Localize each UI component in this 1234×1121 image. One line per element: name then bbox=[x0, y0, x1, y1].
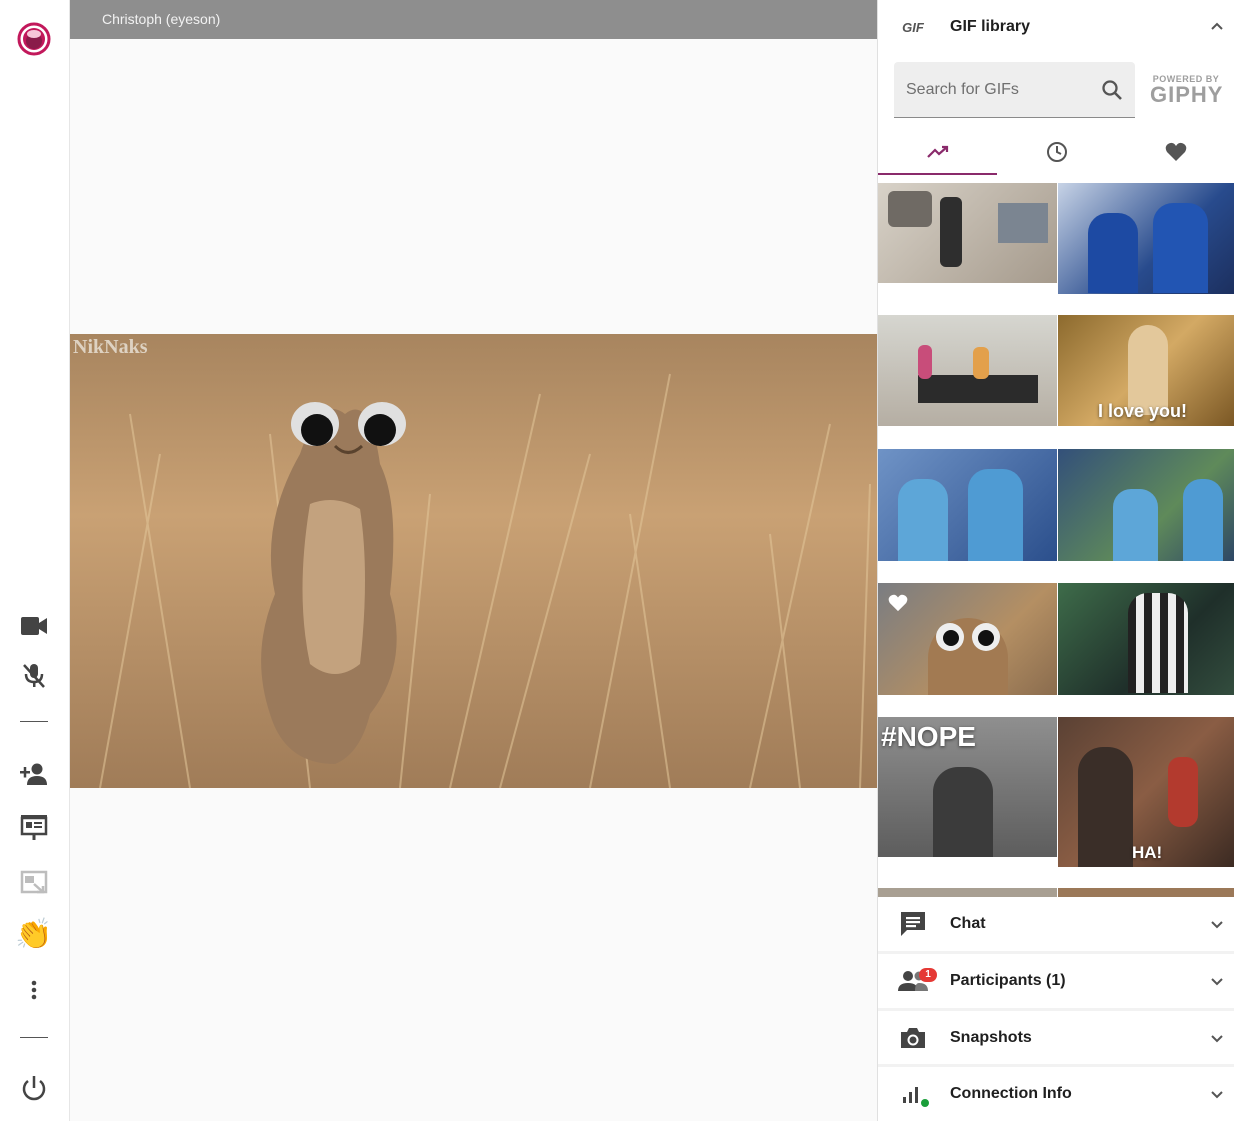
gif-search-input[interactable] bbox=[906, 62, 1096, 118]
gif-library-header[interactable]: GIF GIF library bbox=[878, 0, 1234, 54]
chat-title: Chat bbox=[950, 915, 986, 932]
camera-icon[interactable] bbox=[17, 609, 51, 643]
meerkat-gif-image bbox=[70, 334, 877, 788]
gif-search-box bbox=[894, 62, 1135, 118]
screen-share-icon[interactable] bbox=[17, 866, 51, 900]
snapshots-section-header[interactable]: Snapshots bbox=[878, 1011, 1234, 1065]
gif-thumbnail[interactable] bbox=[1058, 183, 1234, 294]
favorite-heart-icon[interactable] bbox=[888, 593, 908, 613]
presentation-icon[interactable] bbox=[17, 811, 51, 845]
chevron-up-icon bbox=[1211, 22, 1223, 30]
chat-section-header[interactable]: Chat bbox=[878, 897, 1234, 951]
participant-name-bar: Christoph (eyeson) bbox=[70, 0, 877, 39]
participants-title: Participants (1) bbox=[950, 972, 1066, 989]
tab-favorites[interactable] bbox=[1116, 128, 1234, 175]
participants-count-badge: 1 bbox=[919, 968, 937, 982]
gif-thumbnail[interactable] bbox=[1058, 888, 1234, 897]
gif-thumbnail[interactable]: HA! bbox=[1058, 717, 1234, 867]
gif-thumbnail[interactable] bbox=[878, 583, 1057, 695]
toolbar-divider bbox=[20, 1037, 48, 1038]
connection-status-dot bbox=[921, 1099, 929, 1107]
gif-thumbnail[interactable] bbox=[878, 449, 1057, 561]
connection-info-section-header[interactable]: Connection Info bbox=[878, 1067, 1234, 1121]
gif-caption: I love you! bbox=[1098, 401, 1188, 421]
chevron-down-icon bbox=[1211, 1035, 1223, 1043]
chat-icon bbox=[898, 909, 928, 939]
side-panel: GIF GIF library POWERED BY GIPHY bbox=[877, 0, 1234, 1121]
tab-recent[interactable] bbox=[997, 128, 1116, 175]
chevron-down-icon bbox=[1211, 921, 1223, 929]
people-icon: 1 bbox=[898, 966, 937, 996]
power-icon[interactable] bbox=[17, 1071, 51, 1105]
giphy-attribution: POWERED BY GIPHY bbox=[1150, 74, 1222, 106]
trending-up-icon bbox=[926, 145, 948, 158]
chevron-down-icon bbox=[1211, 978, 1223, 986]
gif-caption: HA! bbox=[1132, 843, 1163, 862]
signal-icon bbox=[898, 1079, 929, 1109]
gif-grid: I love you! #NOPE HA! bbox=[878, 183, 1234, 897]
participants-section-header[interactable]: 1 Participants (1) bbox=[878, 954, 1234, 1008]
gif-icon: GIF bbox=[898, 12, 928, 42]
tab-trending[interactable] bbox=[878, 128, 997, 175]
gif-thumbnail[interactable] bbox=[878, 315, 1057, 426]
gif-caption: #NOPE bbox=[881, 721, 976, 752]
wave-hand-icon[interactable]: 👏 bbox=[15, 917, 52, 951]
giphy-logo: GIPHY bbox=[1150, 82, 1224, 107]
app-window: 👏 Christoph (eyeson) NikNaks GIF GIF lib… bbox=[0, 0, 1234, 1121]
clock-icon bbox=[1046, 141, 1067, 162]
gif-thumbnail[interactable]: #NOPE bbox=[878, 717, 1057, 857]
toolbar-divider bbox=[20, 721, 48, 722]
gif-thumbnail[interactable] bbox=[1058, 583, 1234, 695]
more-vert-icon[interactable] bbox=[17, 973, 51, 1007]
mic-off-icon[interactable] bbox=[17, 659, 51, 693]
gif-thumbnail[interactable] bbox=[1058, 449, 1234, 561]
camera-icon bbox=[898, 1023, 928, 1053]
video-stage: Christoph (eyeson) NikNaks bbox=[70, 0, 877, 1121]
gif-library-title: GIF library bbox=[950, 18, 1031, 35]
connection-info-title: Connection Info bbox=[950, 1085, 1072, 1102]
chevron-down-icon bbox=[1211, 1091, 1223, 1099]
gif-thumbnail[interactable]: I love you! bbox=[1058, 315, 1234, 426]
heart-icon bbox=[1165, 142, 1186, 161]
video-watermark: NikNaks bbox=[73, 336, 148, 358]
add-person-icon[interactable] bbox=[17, 757, 51, 791]
participant-name: Christoph (eyeson) bbox=[102, 11, 221, 27]
gif-tabs bbox=[878, 128, 1234, 175]
search-icon[interactable] bbox=[1101, 79, 1123, 101]
gif-thumbnail[interactable] bbox=[878, 183, 1057, 283]
video-feed: NikNaks bbox=[70, 334, 877, 788]
eyeson-logo-icon[interactable] bbox=[17, 22, 51, 56]
snapshots-title: Snapshots bbox=[950, 1029, 1032, 1046]
left-toolbar: 👏 bbox=[0, 0, 70, 1121]
gif-badge-text: GIF bbox=[902, 19, 924, 35]
gif-thumbnail[interactable] bbox=[878, 888, 1057, 897]
